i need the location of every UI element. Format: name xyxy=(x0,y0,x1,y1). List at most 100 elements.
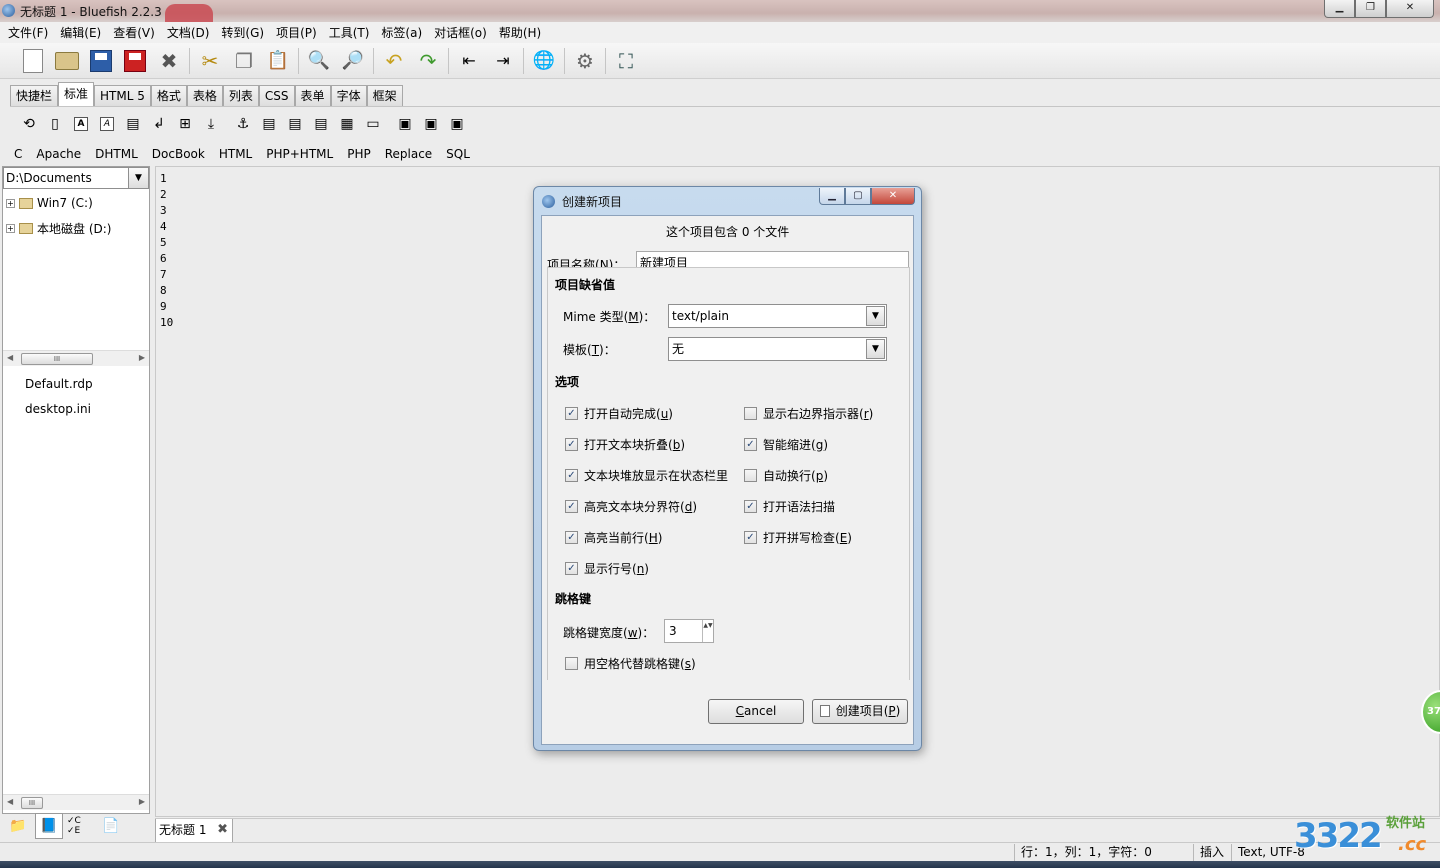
spell-check-checkbox[interactable]: ✓ 打开拼写检查(E) xyxy=(744,529,852,546)
indent-icon[interactable]: ⇥ xyxy=(486,46,520,76)
maximize-button[interactable]: ❐ xyxy=(1355,0,1386,18)
undo-icon[interactable]: ↶ xyxy=(377,46,411,76)
tab-frames[interactable]: 框架 xyxy=(366,85,403,106)
cancel-button[interactable]: Cancel xyxy=(708,699,804,724)
comment-icon[interactable]: ▦ xyxy=(334,113,360,135)
create-project-button[interactable]: 创建项目(P) xyxy=(812,699,908,724)
bold-icon[interactable]: A xyxy=(68,113,94,135)
email-icon[interactable]: ▭ xyxy=(360,113,386,135)
open-folder-icon[interactable] xyxy=(50,46,84,76)
find-icon[interactable]: 🔍 xyxy=(302,46,336,76)
minimize-button[interactable]: ▁ xyxy=(1324,0,1355,18)
paste-icon[interactable]: 📋 xyxy=(261,46,295,76)
quickstart-icon[interactable]: ⟲ xyxy=(16,113,42,135)
mime-type-select[interactable]: text/plain ▼ xyxy=(668,304,887,328)
replace-icon[interactable]: 🔎 xyxy=(336,46,370,76)
lang-php[interactable]: PHP xyxy=(340,147,378,161)
bluefish-app-icon[interactable] xyxy=(2,4,15,17)
menu-view[interactable]: 查看(V) xyxy=(107,24,161,41)
scroll-right-icon[interactable]: ▶ xyxy=(139,353,145,362)
file-item[interactable]: Default.rdp xyxy=(25,377,93,391)
fullscreen-icon[interactable]: ⛶ xyxy=(609,46,643,76)
nbsp-icon[interactable]: ⤓ xyxy=(198,113,224,135)
tab-form[interactable]: 表单 xyxy=(294,85,331,106)
checkbox-checked[interactable]: ✓ xyxy=(565,562,578,575)
close-button[interactable]: ✕ xyxy=(1386,0,1434,18)
tab-html5[interactable]: HTML 5 xyxy=(94,85,151,106)
menu-tools[interactable]: 工具(T) xyxy=(323,24,376,41)
close-file-icon[interactable]: ✖ xyxy=(152,46,186,76)
scroll-thumb[interactable]: III xyxy=(21,353,93,365)
tab-table[interactable]: 表格 xyxy=(186,85,223,106)
word-wrap-checkbox[interactable]: 自动换行(p) xyxy=(744,467,828,484)
show-line-numbers-checkbox[interactable]: ✓ 显示行号(n) xyxy=(565,560,649,577)
checkbox-unchecked[interactable] xyxy=(744,469,757,482)
multi-thumbnail-icon[interactable]: ▣ xyxy=(444,113,470,135)
lang-html[interactable]: HTML xyxy=(212,147,259,161)
smart-indent-checkbox[interactable]: ✓ 智能缩进(g) xyxy=(744,436,828,453)
italic-icon[interactable]: A xyxy=(94,113,120,135)
menu-document[interactable]: 文档(D) xyxy=(161,24,216,41)
chevron-down-icon[interactable]: ▼ xyxy=(866,339,885,359)
scroll-thumb[interactable]: III xyxy=(21,797,43,809)
right-margin-checkbox[interactable]: 显示右边界指示器(r) xyxy=(744,405,873,422)
close-tab-icon[interactable]: ✖ xyxy=(217,819,228,841)
tab-quickbar[interactable]: 快捷栏 xyxy=(10,85,59,106)
menu-goto[interactable]: 转到(G) xyxy=(215,24,270,41)
checkbox-checked[interactable]: ✓ xyxy=(744,531,757,544)
scroll-left-icon[interactable]: ◀ xyxy=(7,353,13,362)
save-as-icon[interactable] xyxy=(118,46,152,76)
path-selector[interactable]: D:\Documents ▼ xyxy=(3,167,149,189)
checkbox-checked[interactable]: ✓ xyxy=(565,469,578,482)
unindent-icon[interactable]: ⇤ xyxy=(452,46,486,76)
checkbox-checked[interactable]: ✓ xyxy=(565,531,578,544)
redo-icon[interactable]: ↷ xyxy=(411,46,445,76)
body-icon[interactable]: ▯ xyxy=(42,113,68,135)
spaces-for-tabs-checkbox[interactable]: 用空格代替跳格键(s) xyxy=(565,655,696,672)
file-item[interactable]: desktop.ini xyxy=(25,402,91,416)
thumbnail-icon[interactable]: ▣ xyxy=(418,113,444,135)
spinner-arrows-icon[interactable]: ▲▼ xyxy=(702,620,713,642)
lang-sql[interactable]: SQL xyxy=(439,147,477,161)
menu-help[interactable]: 帮助(H) xyxy=(493,24,547,41)
new-file-icon[interactable] xyxy=(16,46,50,76)
insert-mode[interactable]: 插入 xyxy=(1193,844,1224,861)
tree-item-d-drive[interactable]: + 本地磁盘 (D:) xyxy=(3,219,111,237)
block-folding-checkbox[interactable]: ✓ 打开文本块折叠(b) xyxy=(565,436,685,453)
lang-docbook[interactable]: DocBook xyxy=(145,147,212,161)
dialog-maximize-button[interactable]: ▢ xyxy=(845,188,871,205)
preferences-icon[interactable]: ⚙ xyxy=(568,46,602,76)
snippets-tab-icon[interactable]: 📄 xyxy=(97,813,125,839)
expand-icon[interactable]: + xyxy=(6,223,15,233)
paragraph-icon[interactable]: ▤ xyxy=(120,113,146,135)
lang-php-html[interactable]: PHP+HTML xyxy=(259,147,340,161)
lang-dhtml[interactable]: DHTML xyxy=(88,147,145,161)
align-center-icon[interactable]: ▤ xyxy=(282,113,308,135)
save-icon[interactable] xyxy=(84,46,118,76)
autocomplete-checkbox[interactable]: ✓ 打开自动完成(u) xyxy=(565,405,673,422)
tab-width-spinner[interactable]: 3 ▲▼ xyxy=(664,619,714,643)
clear-break-icon[interactable]: ⊞ xyxy=(172,113,198,135)
highlight-current-line-checkbox[interactable]: ✓ 高亮当前行(H) xyxy=(565,529,662,546)
lang-apache[interactable]: Apache xyxy=(29,147,88,161)
copy-icon[interactable]: ❐ xyxy=(227,46,261,76)
checkbox-checked[interactable]: ✓ xyxy=(565,407,578,420)
block-stack-statusbar-checkbox[interactable]: ✓ 文本块堆放显示在状态栏里 xyxy=(565,467,728,484)
bookmarks-tab-icon[interactable]: 📘 xyxy=(35,813,63,839)
cut-icon[interactable]: ✂ xyxy=(193,46,227,76)
checkbox-unchecked[interactable] xyxy=(565,657,578,670)
preview-globe-icon[interactable]: 🌐 xyxy=(527,46,561,76)
dialog-minimize-button[interactable]: ▁ xyxy=(819,188,845,205)
tab-standard[interactable]: 标准 xyxy=(58,82,95,106)
filebrowser-tab-icon[interactable]: 📁 xyxy=(4,813,32,839)
align-left-icon[interactable]: ▤ xyxy=(256,113,282,135)
tab-font[interactable]: 字体 xyxy=(330,85,367,106)
checkbox-checked[interactable]: ✓ xyxy=(565,438,578,451)
document-tab[interactable]: 无标题 1 ✖ xyxy=(155,819,233,843)
chevron-down-icon[interactable]: ▼ xyxy=(866,306,885,326)
dialog-close-button[interactable]: ✕ xyxy=(871,188,915,205)
charmap-tab-icon[interactable]: ✓C ✓E xyxy=(66,813,94,839)
align-right-icon[interactable]: ▤ xyxy=(308,113,334,135)
checkbox-checked[interactable]: ✓ xyxy=(744,438,757,451)
highlight-block-delimiters-checkbox[interactable]: ✓ 高亮文本块分界符(d) xyxy=(565,498,697,515)
